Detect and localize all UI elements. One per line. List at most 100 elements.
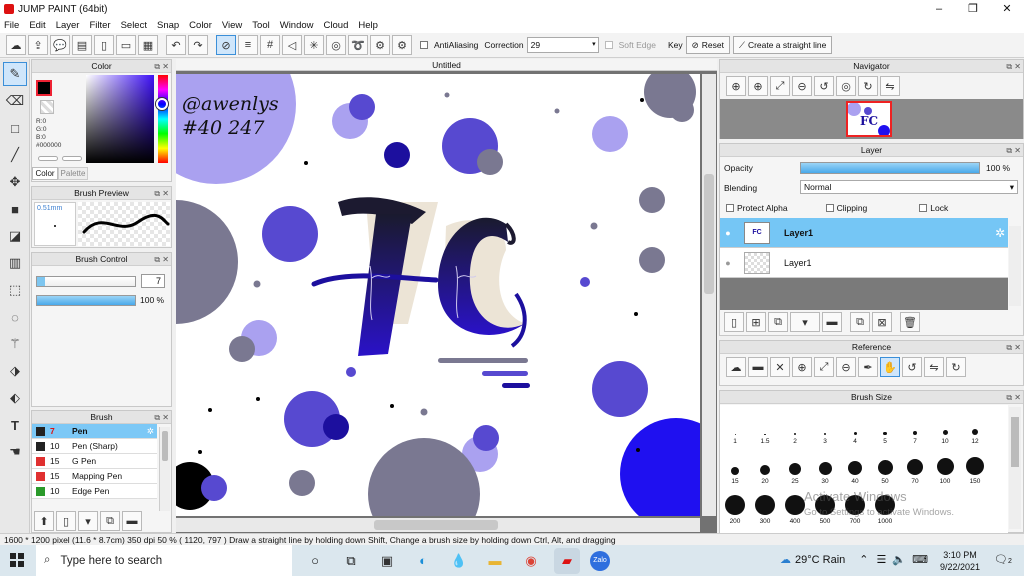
menu-filter[interactable]: Filter	[89, 20, 110, 31]
rect-select-tool-icon[interactable]: □	[3, 116, 27, 140]
edge-browser-icon[interactable]: ◐	[410, 548, 436, 574]
brush-item-g-pen[interactable]: 15 G Pen	[32, 454, 157, 469]
rotate-reset-icon[interactable]: ◎	[836, 76, 856, 96]
color-slider-a[interactable]	[38, 156, 58, 161]
menu-color[interactable]: Color	[189, 20, 212, 31]
layer-folder-icon[interactable]: ▬	[822, 312, 842, 332]
eraser-tool-icon[interactable]: ⌫	[3, 89, 27, 113]
add-brush-icon[interactable]: ⬆	[34, 511, 54, 531]
brush-size-option[interactable]: 4	[841, 407, 869, 445]
brush-folder-icon[interactable]: ▬	[122, 511, 142, 531]
clock-date[interactable]: 9/22/2021	[940, 561, 980, 573]
new-layer-alt-icon[interactable]: ⊞	[746, 312, 766, 332]
paint-app-icon[interactable]: 💧	[446, 548, 472, 574]
menu-layer[interactable]: Layer	[56, 20, 80, 31]
brush-size-option[interactable]: 300	[751, 487, 779, 525]
flip-icon[interactable]: ⇋	[880, 76, 900, 96]
magic-wand-tool-icon[interactable]: ⚚	[3, 332, 27, 356]
secondary-color-swatch[interactable]	[40, 100, 54, 114]
canvas-horizontal-scrollbar[interactable]	[176, 518, 700, 532]
new-layer-icon[interactable]: ▯	[724, 312, 744, 332]
soft-edge-checkbox[interactable]	[604, 41, 613, 49]
panel-popout-icon[interactable]: ⧉ ✕	[1006, 61, 1021, 73]
brush-size-option[interactable]: 30	[811, 447, 839, 485]
store-icon[interactable]: ▣	[374, 548, 400, 574]
rotate-left-icon[interactable]: ↺	[814, 76, 834, 96]
protect-alpha-checkbox[interactable]	[726, 204, 734, 212]
menu-tool[interactable]: Tool	[252, 20, 269, 31]
select-tool-icon[interactable]: ⬚	[3, 278, 27, 302]
brush-size-option[interactable]: 20	[751, 447, 779, 485]
brush-size-option[interactable]: 5	[871, 407, 899, 445]
clock-time[interactable]: 3:10 PM	[940, 549, 980, 561]
brush-menu-icon[interactable]: ▾	[78, 511, 98, 531]
brush-size-option[interactable]: 12	[961, 407, 989, 445]
zoom-out-icon[interactable]: ⊖	[836, 357, 856, 377]
new-brush-icon[interactable]: ▯	[56, 511, 76, 531]
brush-size-option[interactable]: 50	[871, 447, 899, 485]
brush-tool-icon[interactable]: ✎	[3, 62, 27, 86]
zoom-in-alt-icon[interactable]: ⊕	[748, 76, 768, 96]
clipping-checkbox[interactable]	[825, 204, 834, 212]
panel-popout-icon[interactable]: ⧉ ✕	[1006, 342, 1021, 354]
drawing-canvas[interactable]: @awenlys #40 247	[176, 74, 700, 516]
line-tool-icon[interactable]: ╱	[3, 143, 27, 167]
merge-layer-icon[interactable]: ⧉	[850, 312, 870, 332]
minimize-button[interactable]: –	[922, 0, 956, 18]
layer-menu-icon[interactable]: ▾	[790, 312, 820, 332]
zoom-out-icon[interactable]: ⊖	[792, 76, 812, 96]
fit-icon[interactable]: ⤢	[814, 357, 834, 377]
canvas-vertical-scrollbar[interactable]	[702, 74, 716, 516]
brush-size-option[interactable]: 7	[901, 407, 929, 445]
select-pen-tool-icon[interactable]: ⬗	[3, 359, 27, 383]
menu-snap[interactable]: Snap	[157, 20, 179, 31]
file-explorer-icon[interactable]: ▬	[482, 548, 508, 574]
menu-view[interactable]: View	[222, 20, 242, 31]
zoom-in-icon[interactable]: ⊕	[726, 76, 746, 96]
brush-size-option[interactable]: 100	[931, 447, 959, 485]
gradient-tool-icon[interactable]: ▥	[3, 251, 27, 275]
eye-icon[interactable]: ●	[720, 228, 736, 238]
cross-snap-icon[interactable]: #	[260, 35, 280, 55]
close-button[interactable]: ✕	[990, 0, 1024, 18]
gear-icon[interactable]: ✲	[995, 226, 1005, 240]
layer-item[interactable]: ● FC Layer1 ✲	[720, 218, 1008, 248]
volume-icon[interactable]: 🔈	[892, 553, 906, 566]
windows-start-icon[interactable]	[10, 553, 24, 567]
reset-button[interactable]: ⊘ Reset	[685, 36, 730, 54]
redo-icon[interactable]: ↷	[188, 35, 208, 55]
antialiasing-checkbox[interactable]	[420, 41, 428, 49]
cortana-icon[interactable]: ○	[302, 548, 328, 574]
lasso-tool-icon[interactable]: ◌	[3, 305, 27, 329]
tab-color[interactable]: Color	[32, 167, 58, 180]
lock-checkbox[interactable]	[919, 204, 928, 212]
vanish-snap-icon[interactable]: ◁	[282, 35, 302, 55]
brush-size-option[interactable]: 2	[781, 407, 809, 445]
chrome-icon[interactable]: ◉	[518, 548, 544, 574]
brush-size-slider[interactable]	[36, 276, 136, 287]
brush-size-input[interactable]: 7	[141, 274, 165, 288]
gear-icon[interactable]: ⚙	[392, 35, 412, 55]
menu-window[interactable]: Window	[280, 20, 314, 31]
hue-handle[interactable]	[156, 98, 168, 110]
panel-popout-icon[interactable]: ⧉ ✕	[154, 61, 169, 73]
brush-size-option[interactable]: 3	[811, 407, 839, 445]
brush-size-option[interactable]: 1.5	[751, 407, 779, 445]
comment-icon[interactable]: 💬	[50, 35, 70, 55]
task-view-icon[interactable]: ⧉	[338, 548, 364, 574]
fill-rect-tool-icon[interactable]: ■	[3, 197, 27, 221]
circle-snap-icon[interactable]: ◎	[326, 35, 346, 55]
rotate-left-icon[interactable]: ↺	[902, 357, 922, 377]
brush-item-pen-sharp[interactable]: 10 Pen (Sharp)	[32, 439, 157, 454]
zoom-in-icon[interactable]: ⊕	[792, 357, 812, 377]
no-snap-icon[interactable]: ⊘	[216, 35, 236, 55]
brush-size-option[interactable]: 25	[781, 447, 809, 485]
fit-icon[interactable]: ⤢	[770, 76, 790, 96]
blending-select[interactable]: Normal ▾	[800, 180, 1018, 194]
panel-popout-icon[interactable]: ⧉ ✕	[154, 412, 169, 424]
open-ref-icon[interactable]: ▬	[748, 357, 768, 377]
layer-settings-icon[interactable]: ⊠	[872, 312, 892, 332]
brush-size-option[interactable]: 15	[721, 447, 749, 485]
menu-edit[interactable]: Edit	[29, 20, 45, 31]
parallel-snap-icon[interactable]: ≡	[238, 35, 258, 55]
